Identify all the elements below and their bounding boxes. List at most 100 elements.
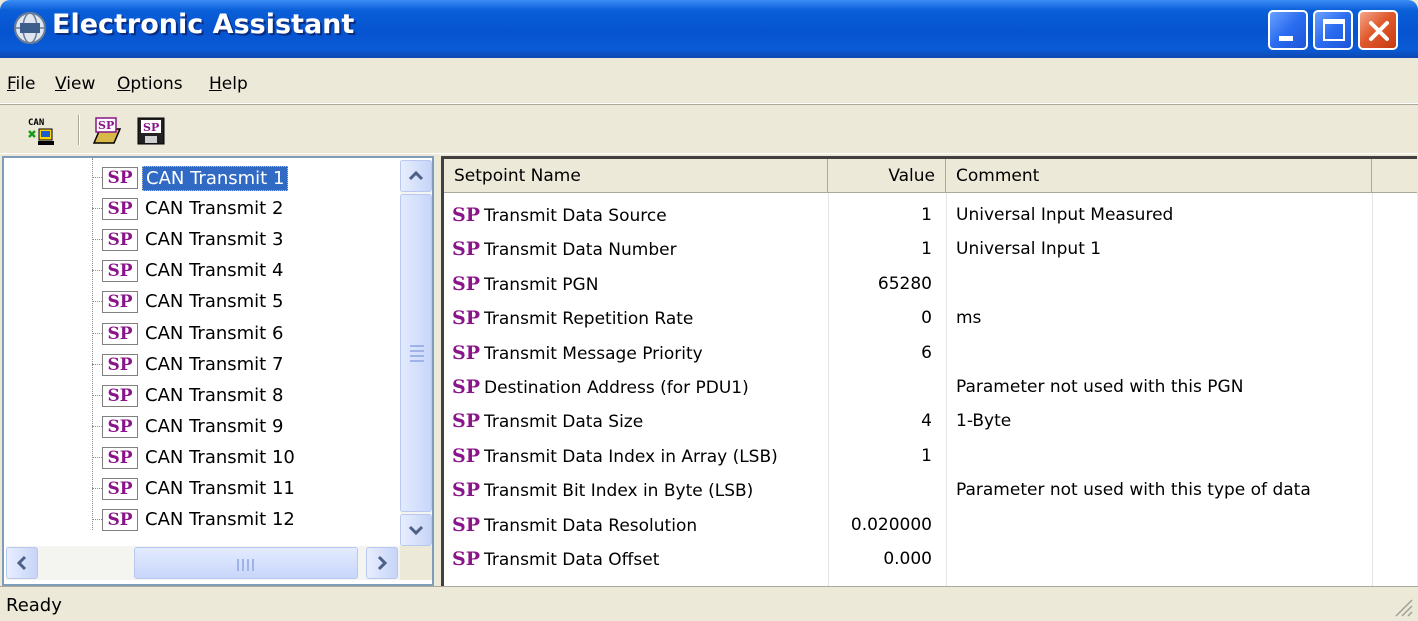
setpoint-icon: SP (452, 238, 481, 261)
scroll-left-button[interactable] (6, 547, 38, 579)
tree-item[interactable]: SP CAN Transmit 6 (4, 318, 394, 349)
table-row[interactable]: SP Transmit Data Size 4 1-Byte (444, 403, 1417, 437)
menu-help[interactable]: Help (209, 74, 248, 94)
minimize-button[interactable] (1268, 10, 1308, 50)
setpoint-name-cell[interactable]: SP Transmit PGN (452, 266, 598, 300)
tree-item-label[interactable]: CAN Transmit 6 (142, 322, 286, 345)
tree-item[interactable]: SP CAN Transmit 7 (4, 349, 394, 380)
setpoint-value-cell[interactable] (834, 472, 938, 506)
setpoint-icon: SP (452, 376, 481, 398)
tree-item[interactable]: SP CAN Transmit 5 (4, 286, 394, 317)
setpoint-value-cell[interactable]: 0 (834, 300, 938, 334)
table-row[interactable]: SP Transmit Data Offset 0.000 (444, 541, 1417, 575)
menu-options[interactable]: Options (117, 74, 183, 94)
setpoint-name: Destination Address (for PDU1) (484, 378, 749, 398)
tree-item-label[interactable]: CAN Transmit 10 (142, 446, 298, 469)
setpoint-icon: SP (102, 384, 138, 407)
maximize-icon (1323, 19, 1345, 41)
setpoint-value-cell[interactable]: 6 (834, 335, 938, 369)
setpoint-icon: SP (452, 548, 481, 570)
table-row[interactable]: SP Transmit Bit Index in Byte (LSB) Parame… (444, 472, 1417, 506)
tree-item[interactable]: SP CAN Transmit 4 (4, 255, 394, 286)
table-row[interactable]: SP Transmit PGN 65280 (444, 266, 1417, 300)
table-row[interactable]: SP Transmit Data Source 1 Universal Input M… (444, 197, 1417, 231)
scroll-thumb[interactable] (400, 194, 432, 512)
table-row[interactable]: SP Transmit Data Index in Array (LSB) 1 (444, 438, 1417, 472)
table-row[interactable]: SP Transmit Data Number 1 Universal Input 1 (444, 231, 1417, 265)
setpoint-name-cell[interactable]: SP Transmit Data Source (452, 197, 667, 231)
save-setpoint-file-icon[interactable]: SP (136, 115, 166, 147)
table-row[interactable]: SP Transmit Message Priority 6 (444, 335, 1417, 369)
tree-item-label[interactable]: CAN Transmit 12 (142, 508, 298, 531)
tree-item[interactable]: SP CAN Transmit 12 (4, 504, 394, 535)
setpoint-value-cell[interactable] (834, 369, 938, 403)
tree-item-label[interactable]: CAN Transmit 7 (142, 353, 286, 376)
tree-item-label[interactable]: CAN Transmit 2 (142, 197, 286, 220)
setpoint-name-cell[interactable]: SP Transmit Message Priority (452, 335, 703, 369)
setpoint-name-cell[interactable]: SP Transmit Data Resolution (452, 507, 697, 541)
close-button[interactable] (1358, 10, 1398, 50)
table-row[interactable]: SP Destination Address (for PDU1) Paramete… (444, 369, 1417, 403)
tree-horizontal-scrollbar[interactable] (6, 546, 400, 580)
setpoint-value-cell[interactable]: 0.000 (834, 541, 938, 575)
tree-item-label[interactable]: CAN Transmit 3 (142, 228, 286, 251)
setpoint-value-cell[interactable]: 1 (834, 438, 938, 472)
tree-item[interactable]: SP CAN Transmit 1 (4, 162, 394, 193)
menu-file[interactable]: File (7, 74, 35, 94)
tree-item[interactable]: SP CAN Transmit 11 (4, 473, 394, 504)
tree-item[interactable]: SP CAN Transmit 9 (4, 411, 394, 442)
setpoint-name-cell[interactable]: SP Transmit Repetition Rate (452, 300, 693, 334)
setpoint-value-cell[interactable]: 1 (834, 231, 938, 265)
scroll-up-button[interactable] (400, 160, 432, 192)
column-header-name[interactable]: Setpoint Name (444, 159, 828, 193)
maximize-button[interactable] (1313, 10, 1353, 50)
setpoint-name: Transmit PGN (484, 274, 599, 295)
setpoint-comment-cell: Parameter not used with this PGN (956, 377, 1244, 397)
setpoint-name-cell[interactable]: SP Transmit Data Size (452, 403, 643, 437)
setpoint-name-cell[interactable]: SP Transmit Data Number (452, 231, 677, 265)
setpoint-name-cell[interactable]: SP Transmit Bit Index in Byte (LSB) (452, 472, 753, 506)
grid-header: Setpoint Name Value Comment (444, 159, 1417, 193)
setpoint-name-cell[interactable]: SP Transmit Data Index in Array (LSB) (452, 438, 778, 472)
tree-vertical-scrollbar[interactable] (400, 160, 432, 546)
resize-grip-icon[interactable] (1390, 594, 1414, 618)
scrollbar-corner (400, 546, 432, 580)
tree-item-label[interactable]: CAN Transmit 9 (142, 415, 286, 438)
setpoint-value-cell[interactable]: 1 (834, 197, 938, 231)
table-row[interactable]: SP Transmit Data Resolution 0.020000 (444, 507, 1417, 541)
setpoint-tree[interactable]: SP CAN Transmit 1 SP CAN Transmit 2 SP CAN Tr… (2, 156, 434, 586)
can-connect-icon[interactable]: CAN (26, 115, 56, 147)
title-bar[interactable]: Electronic Assistant (0, 0, 1418, 58)
tree-item[interactable]: SP CAN Transmit 3 (4, 224, 394, 255)
scroll-right-button[interactable] (366, 547, 398, 579)
setpoint-grid[interactable]: Setpoint Name Value Comment SP Transmit D… (441, 156, 1417, 586)
tree-item-label[interactable]: CAN Transmit 5 (142, 290, 286, 313)
tree-item-label[interactable]: CAN Transmit 1 (142, 166, 289, 191)
horizontal-scroll-thumb[interactable] (134, 547, 358, 579)
tree-item-label[interactable]: CAN Transmit 8 (142, 384, 286, 407)
tree-item[interactable]: SP CAN Transmit 10 (4, 442, 394, 473)
setpoint-icon: SP (102, 509, 138, 532)
setpoint-icon: SP (452, 410, 481, 433)
tree-item-label[interactable]: CAN Transmit 11 (142, 477, 298, 500)
tree-item[interactable]: SP CAN Transmit 2 (4, 193, 394, 224)
open-setpoint-file-icon[interactable]: SP (92, 115, 122, 147)
tree-item[interactable]: SP CAN Transmit 8 (4, 380, 394, 411)
app-globe-icon[interactable] (13, 11, 47, 45)
svg-text:SP: SP (98, 119, 114, 132)
column-header-value[interactable]: Value (828, 159, 946, 193)
setpoint-name-cell[interactable]: SP Destination Address (for PDU1) (452, 369, 749, 403)
setpoint-name: Transmit Repetition Rate (484, 309, 694, 330)
setpoint-name: Transmit Bit Index in Byte (LSB) (484, 481, 754, 502)
tree-item-label[interactable]: CAN Transmit 4 (142, 259, 286, 282)
column-header-comment[interactable]: Comment (946, 159, 1372, 193)
menu-view[interactable]: View (55, 74, 95, 94)
setpoint-value-cell[interactable]: 65280 (834, 266, 938, 300)
setpoint-value-cell[interactable]: 4 (834, 403, 938, 437)
setpoint-name-cell[interactable]: SP Transmit Data Offset (452, 541, 659, 575)
setpoint-value-cell[interactable]: 0.020000 (834, 507, 938, 541)
status-bar: Ready (0, 586, 1418, 621)
table-row[interactable]: SP Transmit Repetition Rate 0 ms (444, 300, 1417, 334)
scroll-down-button[interactable] (400, 514, 432, 546)
setpoint-icon: SP (102, 322, 138, 345)
